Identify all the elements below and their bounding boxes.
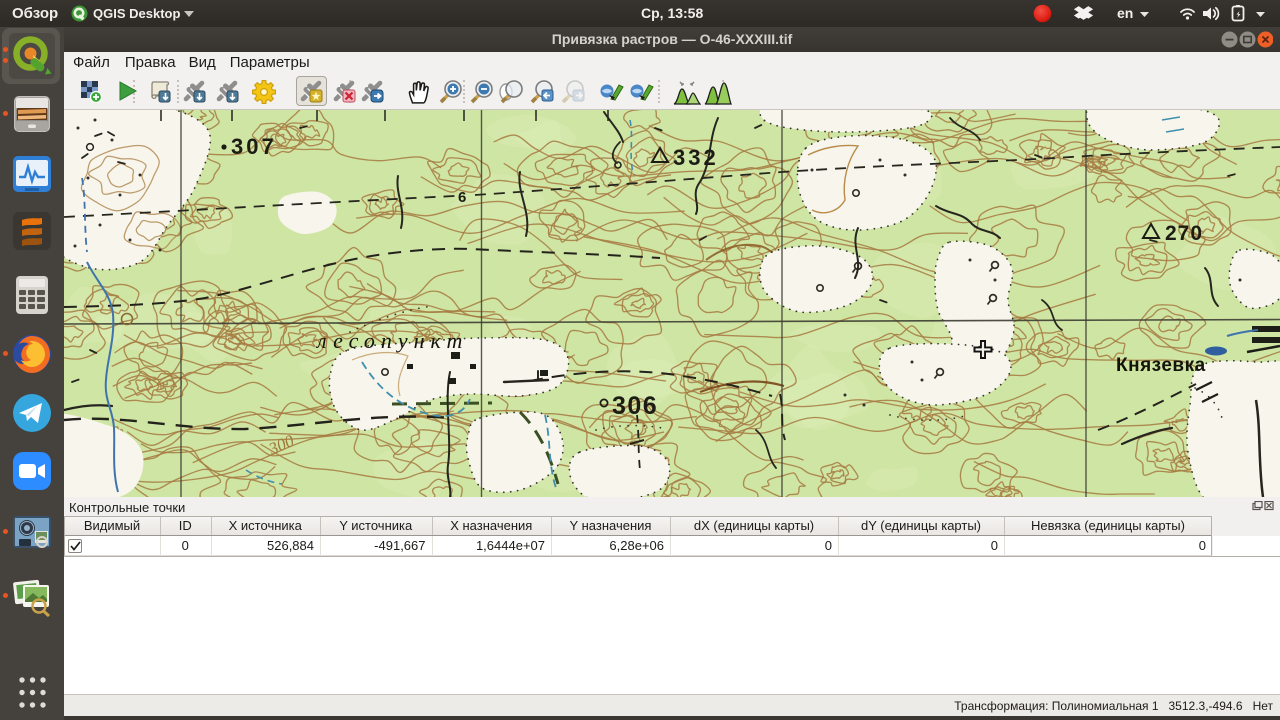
- svg-text:270: 270: [1165, 222, 1203, 245]
- svg-text:Князевка: Князевка: [1116, 355, 1206, 376]
- svg-text:307: 307: [231, 134, 277, 159]
- svg-text:6: 6: [458, 189, 466, 206]
- svg-text:306: 306: [612, 392, 658, 420]
- svg-text:лесопункт: лесопункт: [315, 328, 468, 353]
- svg-text:332: 332: [673, 145, 719, 170]
